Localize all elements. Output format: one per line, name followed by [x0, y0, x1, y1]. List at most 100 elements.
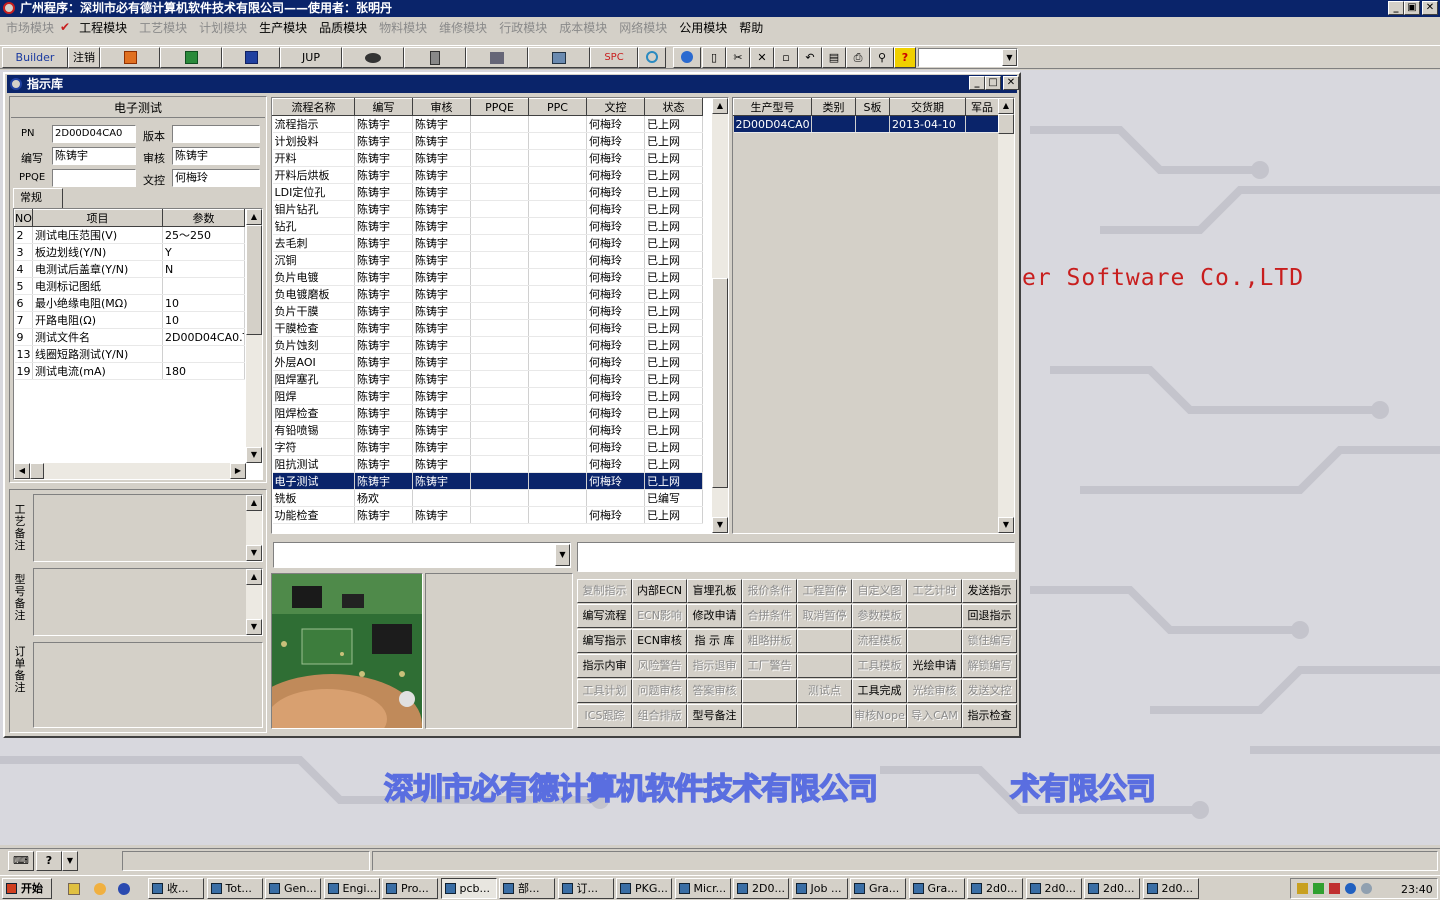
steps-cell[interactable]: 钻孔 — [272, 217, 355, 235]
steps-cell[interactable]: 陈铸宇 — [354, 404, 413, 422]
print-button[interactable]: ⎙ — [846, 47, 870, 68]
version-field[interactable] — [172, 125, 260, 143]
steps-cell[interactable]: 电子测试 — [272, 472, 355, 490]
steps-cell[interactable]: 沉铜 — [272, 251, 355, 269]
status-keyboard-button[interactable]: ⌨ — [8, 851, 34, 871]
steps-cell[interactable] — [528, 370, 587, 388]
eye-button[interactable] — [342, 47, 404, 68]
jup-button[interactable]: JUP — [280, 47, 342, 68]
ppqe-field[interactable] — [52, 169, 136, 187]
taskbar-item-7[interactable]: 订... — [557, 878, 614, 899]
steps-header-3[interactable]: PPQE — [470, 98, 529, 116]
steps-scroll-thumb[interactable] — [712, 278, 728, 488]
params-row[interactable]: 3 板边划线(Y/N) Y — [14, 243, 245, 261]
taskbar-item-13[interactable]: Gra... — [908, 878, 965, 899]
steps-cell[interactable]: 陈铸宇 — [412, 455, 471, 473]
steps-cell[interactable]: 陈铸宇 — [354, 319, 413, 337]
steps-cell[interactable]: 负片蚀刻 — [272, 336, 355, 354]
params-hscroll[interactable]: ◀ ▶ — [14, 463, 246, 479]
orders-header-1[interactable]: 类别 — [811, 98, 856, 116]
function-button-0-3[interactable]: 报价条件 — [742, 579, 797, 603]
steps-cell[interactable]: 陈铸宇 — [412, 506, 471, 524]
steps-cell[interactable]: 何梅玲 — [586, 472, 645, 490]
close-button[interactable]: ✕ — [1422, 1, 1438, 15]
steps-cell[interactable] — [528, 302, 587, 320]
function-button-2-0[interactable]: 编写指示 — [577, 629, 632, 653]
steps-cell[interactable]: 何梅玲 — [586, 268, 645, 286]
steps-cell[interactable]: 陈铸宇 — [354, 336, 413, 354]
tray-icon-5[interactable] — [1361, 883, 1372, 894]
cut-button[interactable]: ✂ — [726, 47, 750, 68]
logout-button[interactable]: 注销 — [68, 47, 100, 68]
orders-scroll-up[interactable]: ▲ — [998, 98, 1014, 114]
steps-header-2[interactable]: 审核 — [412, 98, 471, 116]
function-button-2-3[interactable]: 粗略拼板 — [742, 629, 797, 653]
steps-cell[interactable]: 陈铸宇 — [354, 166, 413, 184]
steps-cell[interactable]: 阻焊检查 — [272, 404, 355, 422]
steps-header-0[interactable]: 流程名称 — [272, 98, 355, 116]
function-button-4-6[interactable]: 光绘审核 — [907, 679, 962, 703]
steps-cell[interactable]: 功能检查 — [272, 506, 355, 524]
params-cell[interactable]: 最小绝缘电阻(MΩ) — [32, 294, 163, 312]
steps-cell[interactable]: 陈铸宇 — [412, 302, 471, 320]
params-row[interactable]: 6 最小绝缘电阻(MΩ) 10 — [14, 294, 245, 312]
author-field[interactable]: 陈铸宇 — [52, 147, 136, 165]
function-button-0-2[interactable]: 盲埋孔板 — [687, 579, 742, 603]
steps-cell[interactable]: 铣板 — [272, 489, 355, 507]
steps-cell[interactable]: 已上网 — [644, 370, 703, 388]
steps-scroll-down[interactable]: ▼ — [712, 517, 728, 533]
model-note-field[interactable]: ▲ ▼ — [33, 568, 263, 636]
find-button[interactable]: ⚲ — [870, 47, 894, 68]
params-scroll-left[interactable]: ◀ — [14, 463, 30, 479]
steps-cell[interactable]: 何梅玲 — [586, 132, 645, 150]
excel-button[interactable] — [160, 47, 222, 68]
taskbar-item-15[interactable]: 2d0... — [1025, 878, 1082, 899]
steps-cell[interactable] — [528, 166, 587, 184]
steps-cell[interactable] — [470, 506, 529, 524]
steps-cell[interactable] — [528, 455, 587, 473]
steps-cell[interactable]: 负片电镀 — [272, 268, 355, 286]
params-cell[interactable]: 6 — [14, 294, 33, 312]
steps-cell[interactable]: 干膜检查 — [272, 319, 355, 337]
function-button-1-5[interactable]: 参数模板 — [852, 604, 907, 628]
menu-item-1[interactable]: 工程模块 — [73, 19, 133, 36]
steps-cell[interactable] — [470, 132, 529, 150]
function-button-0-4[interactable]: 工程暂停 — [797, 579, 852, 603]
steps-cell[interactable]: 有铅喷锡 — [272, 421, 355, 439]
function-button-5-3[interactable] — [742, 704, 797, 728]
params-row[interactable]: 2 测试电压范围(V) 25～250 — [14, 226, 245, 244]
steps-cell[interactable]: 开料 — [272, 149, 355, 167]
steps-cell[interactable]: 何梅玲 — [586, 421, 645, 439]
taskbar-item-9[interactable]: Micr... — [674, 878, 731, 899]
steps-cell[interactable]: 何梅玲 — [586, 370, 645, 388]
steps-cell[interactable]: 何梅玲 — [586, 251, 645, 269]
steps-cell[interactable]: 陈铸宇 — [354, 115, 413, 133]
steps-row[interactable]: 阻抗测试 陈铸宇 陈铸宇 何梅玲 已上网 — [272, 455, 703, 473]
function-button-1-3[interactable]: 合拼条件 — [742, 604, 797, 628]
steps-row[interactable]: LDI定位孔 陈铸宇 陈铸宇 何梅玲 已上网 — [272, 183, 703, 201]
steps-cell[interactable]: 陈铸宇 — [412, 200, 471, 218]
steps-cell[interactable]: 何梅玲 — [586, 149, 645, 167]
steps-row[interactable]: 钼片钻孔 陈铸宇 陈铸宇 何梅玲 已上网 — [272, 200, 703, 218]
steps-cell[interactable]: 已上网 — [644, 132, 703, 150]
orders-cell[interactable] — [965, 115, 999, 133]
steps-cell[interactable]: 开料后烘板 — [272, 166, 355, 184]
taskbar-item-17[interactable]: 2d0... — [1142, 878, 1199, 899]
steps-cell[interactable] — [528, 387, 587, 405]
steps-cell[interactable] — [528, 268, 587, 286]
taskbar-item-5[interactable]: pcb... — [440, 878, 497, 899]
steps-cell[interactable] — [528, 149, 587, 167]
new-button[interactable]: ▯ — [702, 47, 726, 68]
steps-cell[interactable] — [586, 489, 645, 507]
pn-field[interactable]: 2D00D04CA0 — [52, 125, 136, 143]
params-scroll-down[interactable]: ▼ — [246, 447, 262, 463]
steps-row[interactable]: 电子测试 陈铸宇 陈铸宇 何梅玲 已上网 — [272, 472, 703, 490]
word-button[interactable] — [222, 47, 280, 68]
steps-cell[interactable]: 已上网 — [644, 506, 703, 524]
taskbar-item-8[interactable]: PKG... — [616, 878, 672, 899]
refresh-button[interactable] — [638, 47, 666, 68]
minimize-button[interactable]: _ — [1388, 1, 1404, 15]
powerpoint-button[interactable] — [100, 47, 160, 68]
params-header-0[interactable]: NO — [14, 209, 33, 227]
quicklaunch-desktop-icon[interactable] — [68, 883, 80, 895]
